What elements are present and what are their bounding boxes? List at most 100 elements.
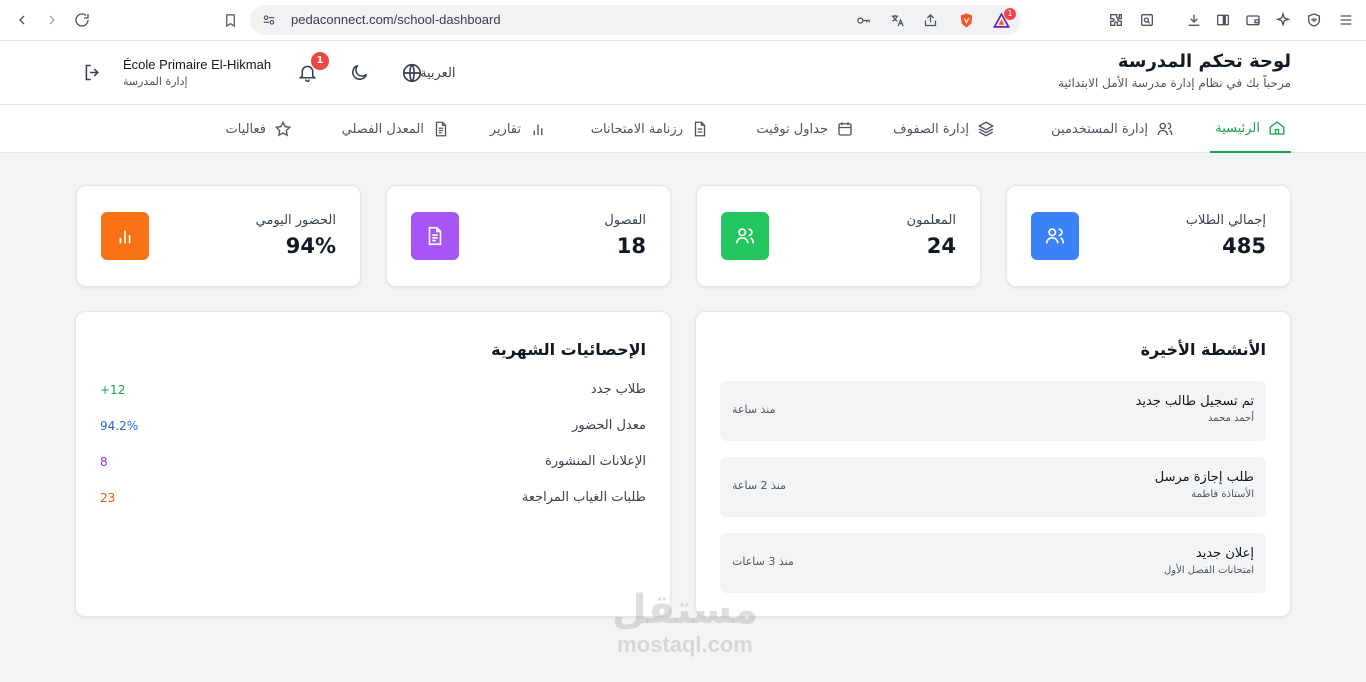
activity-title: طلب إجازة مرسل xyxy=(1154,470,1254,485)
panel-title: الأنشطة الأخيرة xyxy=(1140,340,1266,359)
stat-value: 18 xyxy=(616,234,646,258)
activity-item[interactable]: إعلان جديد امتحانات الفصل الأول منذ 3 سا… xyxy=(720,533,1266,593)
users-icon xyxy=(721,212,769,260)
extensions-icon[interactable] xyxy=(1106,10,1126,30)
nav-label: جداول توقيت xyxy=(756,121,828,137)
file-text-icon xyxy=(435,121,447,137)
bar-chart-icon xyxy=(533,124,543,135)
nav-item-timetables[interactable]: جداول توقيت xyxy=(756,105,854,153)
stat-label: الحضور اليومي xyxy=(255,213,336,228)
watermark-latin: mostaql.com xyxy=(617,632,753,657)
nav-item-classes[interactable]: إدارة الصفوف xyxy=(893,105,995,153)
activity-title: تم تسجيل طالب جديد xyxy=(1135,394,1254,409)
star-icon xyxy=(274,120,292,137)
forward-icon[interactable] xyxy=(42,10,62,30)
stat-card-total-students: إجمالي الطلاب 485 xyxy=(1006,185,1291,287)
watermark-arabic: مستقل xyxy=(611,587,759,633)
activity-subtitle: أحمد محمد xyxy=(1207,413,1254,424)
row-value: +12 xyxy=(100,383,126,397)
browser-toolbar: pedaconnect.com/school-dashboard 1 xyxy=(0,0,1366,41)
nav-label: فعاليات xyxy=(225,121,266,137)
back-icon[interactable] xyxy=(12,10,32,30)
sidebar-icon[interactable] xyxy=(1213,10,1233,30)
site-settings-icon[interactable] xyxy=(259,10,279,30)
nav-label: إدارة المستخدمين xyxy=(1051,121,1148,137)
moon-icon[interactable] xyxy=(349,62,371,84)
activity-time: منذ 3 ساعات xyxy=(732,555,794,568)
bookmark-icon[interactable] xyxy=(220,10,240,30)
language-selector[interactable]: العربية xyxy=(420,66,456,81)
reload-icon[interactable] xyxy=(72,10,92,30)
file-icon xyxy=(694,121,706,137)
calendar-icon xyxy=(838,122,852,136)
watermark: مستقل mostaql.com xyxy=(600,588,770,658)
row-value: 23 xyxy=(100,491,116,505)
page-title: لوحة تحكم المدرسة xyxy=(1117,51,1291,72)
stat-label: المعلمون xyxy=(906,213,956,228)
file-text-icon xyxy=(411,212,459,260)
app-header: لوحة تحكم المدرسة مرحباً بك في نظام إدار… xyxy=(0,41,1366,105)
leo-ai-icon[interactable] xyxy=(1273,10,1293,30)
activity-subtitle: الأستاذة فاطمة xyxy=(1191,489,1254,500)
monthly-stat-row: طلبات الغياب المراجعة 23 xyxy=(100,490,646,510)
menu-icon[interactable] xyxy=(1336,10,1356,30)
download-icon[interactable] xyxy=(1184,10,1204,30)
users-icon xyxy=(1031,212,1079,260)
globe-icon[interactable] xyxy=(401,62,423,84)
logout-icon[interactable] xyxy=(82,62,104,84)
stat-value: 485 xyxy=(1222,234,1266,258)
nav-label: المعدل الفصلي xyxy=(341,121,424,137)
panel-title: الإحصائيات الشهرية xyxy=(491,340,646,359)
stat-card-teachers: المعلمون 24 xyxy=(696,185,981,287)
stat-value: 94% xyxy=(285,234,336,258)
nav-item-home[interactable]: الرئيسية xyxy=(1210,105,1291,153)
password-key-icon[interactable] xyxy=(853,10,873,30)
row-label: الإعلانات المنشورة xyxy=(545,454,646,469)
stat-card-daily-attendance: الحضور اليومي 94% xyxy=(76,185,361,287)
vpn-shield-icon[interactable] xyxy=(1304,10,1324,30)
recent-activities-panel: الأنشطة الأخيرة تم تسجيل طالب جديد أحمد … xyxy=(695,311,1291,617)
stat-value: 24 xyxy=(926,234,956,258)
share-icon[interactable] xyxy=(920,10,940,30)
nav-item-exam-calendar[interactable]: رزنامة الامتحانات xyxy=(591,105,709,153)
row-label: طلبات الغياب المراجعة xyxy=(521,490,646,505)
monthly-stat-row: معدل الحضور 94.2% xyxy=(100,418,646,438)
row-value: 8 xyxy=(100,455,108,469)
row-value: 94.2% xyxy=(100,419,139,433)
page-subtitle: مرحباً بك في نظام إدارة مدرسة الأمل الاب… xyxy=(1058,76,1291,90)
url-text[interactable]: pedaconnect.com/school-dashboard xyxy=(291,12,501,27)
translate-icon[interactable] xyxy=(887,10,907,30)
nav-item-term-average[interactable]: المعدل الفصلي xyxy=(342,105,450,153)
extension-badge: 1 xyxy=(1004,8,1016,20)
monthly-stats-panel: الإحصائيات الشهرية طلاب جدد +12 معدل الح… xyxy=(75,311,671,617)
user-info: École Primaire El-Hikmah إدارة المدرسة xyxy=(123,57,271,88)
school-name: École Primaire El-Hikmah xyxy=(123,57,272,72)
row-label: طلاب جدد xyxy=(590,382,646,397)
nav-label: تقارير xyxy=(489,121,521,137)
wallet-icon[interactable] xyxy=(1243,10,1263,30)
users-icon xyxy=(1157,122,1173,136)
brave-shield-icon[interactable] xyxy=(956,10,976,30)
bar-chart-icon xyxy=(101,212,149,260)
stat-label: الفصول xyxy=(604,213,646,228)
activity-item[interactable]: طلب إجازة مرسل الأستاذة فاطمة منذ 2 ساعة xyxy=(720,457,1266,517)
reader-icon[interactable] xyxy=(1137,10,1157,30)
home-icon xyxy=(1269,121,1285,135)
activity-title: إعلان جديد xyxy=(1195,546,1254,561)
layers-icon xyxy=(977,121,995,137)
activity-time: منذ ساعة xyxy=(732,403,776,416)
nav-item-users[interactable]: إدارة المستخدمين xyxy=(1051,105,1174,153)
nav-label: إدارة الصفوف xyxy=(893,121,969,137)
nav-item-events[interactable]: فعاليات xyxy=(225,105,292,153)
stat-card-classes: الفصول 18 xyxy=(386,185,671,287)
nav-item-reports[interactable]: تقارير xyxy=(490,105,547,153)
activity-item[interactable]: تم تسجيل طالب جديد أحمد محمد منذ ساعة xyxy=(720,381,1266,441)
nav-label: الرئيسية xyxy=(1215,120,1260,136)
nav-label: رزنامة الامتحانات xyxy=(590,121,683,137)
address-bar[interactable]: pedaconnect.com/school-dashboard xyxy=(250,5,1021,35)
main-nav: الرئيسية إدارة المستخدمين إدارة الصفوف ج… xyxy=(0,105,1366,153)
activity-subtitle: امتحانات الفصل الأول xyxy=(1164,565,1254,576)
monthly-stat-row: الإعلانات المنشورة 8 xyxy=(100,454,646,474)
user-role: إدارة المدرسة xyxy=(123,75,188,88)
stat-label: إجمالي الطلاب xyxy=(1185,213,1266,228)
